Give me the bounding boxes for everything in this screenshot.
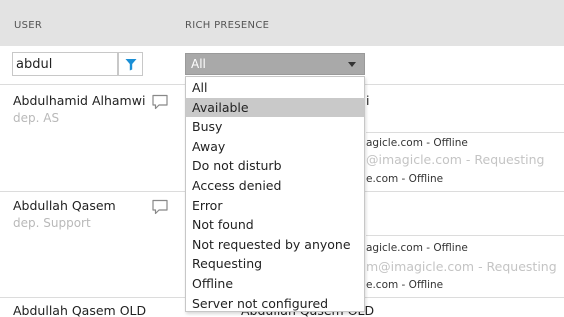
- dropdown-option[interactable]: Access denied: [186, 176, 364, 196]
- rich-presence-dropdown-list: All Available Busy Away Do not disturb Access…: [185, 76, 365, 312]
- filter-button[interactable]: [118, 52, 143, 76]
- user-search-input[interactable]: [12, 52, 118, 76]
- rich-presence-entry: e.com - Offline: [366, 279, 444, 291]
- rich-presence-entry: @imagicle.com - Requesting: [366, 152, 545, 167]
- user-name[interactable]: Abdulhamid Alhamwi: [13, 93, 145, 108]
- rich-presence-divider: [366, 235, 564, 236]
- column-header-rich-presence[interactable]: RICH PRESENCE: [185, 20, 269, 31]
- dropdown-option[interactable]: Requesting: [186, 254, 364, 274]
- column-header-user[interactable]: USER: [14, 20, 42, 31]
- rich-presence-select-value: All: [191, 57, 206, 71]
- dropdown-option[interactable]: Do not disturb: [186, 156, 364, 176]
- dropdown-option[interactable]: Error: [186, 196, 364, 216]
- dropdown-option[interactable]: Away: [186, 137, 364, 157]
- filter-funnel-icon: [125, 58, 136, 70]
- rich-presence-entry: e.com - Offline: [366, 173, 444, 185]
- rich-presence-entry: agicle.com - Offline: [366, 137, 468, 149]
- dropdown-option[interactable]: Not found: [186, 215, 364, 235]
- dropdown-option[interactable]: All: [186, 78, 364, 98]
- dropdown-option[interactable]: Offline: [186, 274, 364, 294]
- dropdown-option[interactable]: Not requested by anyone: [186, 235, 364, 255]
- chevron-down-icon: [348, 62, 356, 67]
- dropdown-option[interactable]: Busy: [186, 117, 364, 137]
- chat-bubble-icon[interactable]: [151, 94, 169, 110]
- rich-presence-entry: agicle.com - Offline: [366, 242, 468, 254]
- table-header: USER RICH PRESENCE: [0, 0, 564, 46]
- user-department: dep. Support: [13, 216, 91, 230]
- rich-presence-name: i: [366, 93, 370, 108]
- rich-presence-select[interactable]: All: [185, 53, 365, 75]
- user-department: dep. AS: [13, 111, 60, 125]
- rich-presence-divider: [366, 132, 564, 133]
- user-name[interactable]: Abdullah Qasem OLD: [13, 303, 146, 317]
- chat-bubble-icon[interactable]: [151, 199, 169, 215]
- rich-presence-entry: m@imagicle.com - Requesting: [366, 259, 557, 274]
- dropdown-option[interactable]: Available: [186, 97, 364, 118]
- dropdown-option[interactable]: Server not configured: [186, 294, 364, 314]
- user-name[interactable]: Abdullah Qasem: [13, 198, 116, 213]
